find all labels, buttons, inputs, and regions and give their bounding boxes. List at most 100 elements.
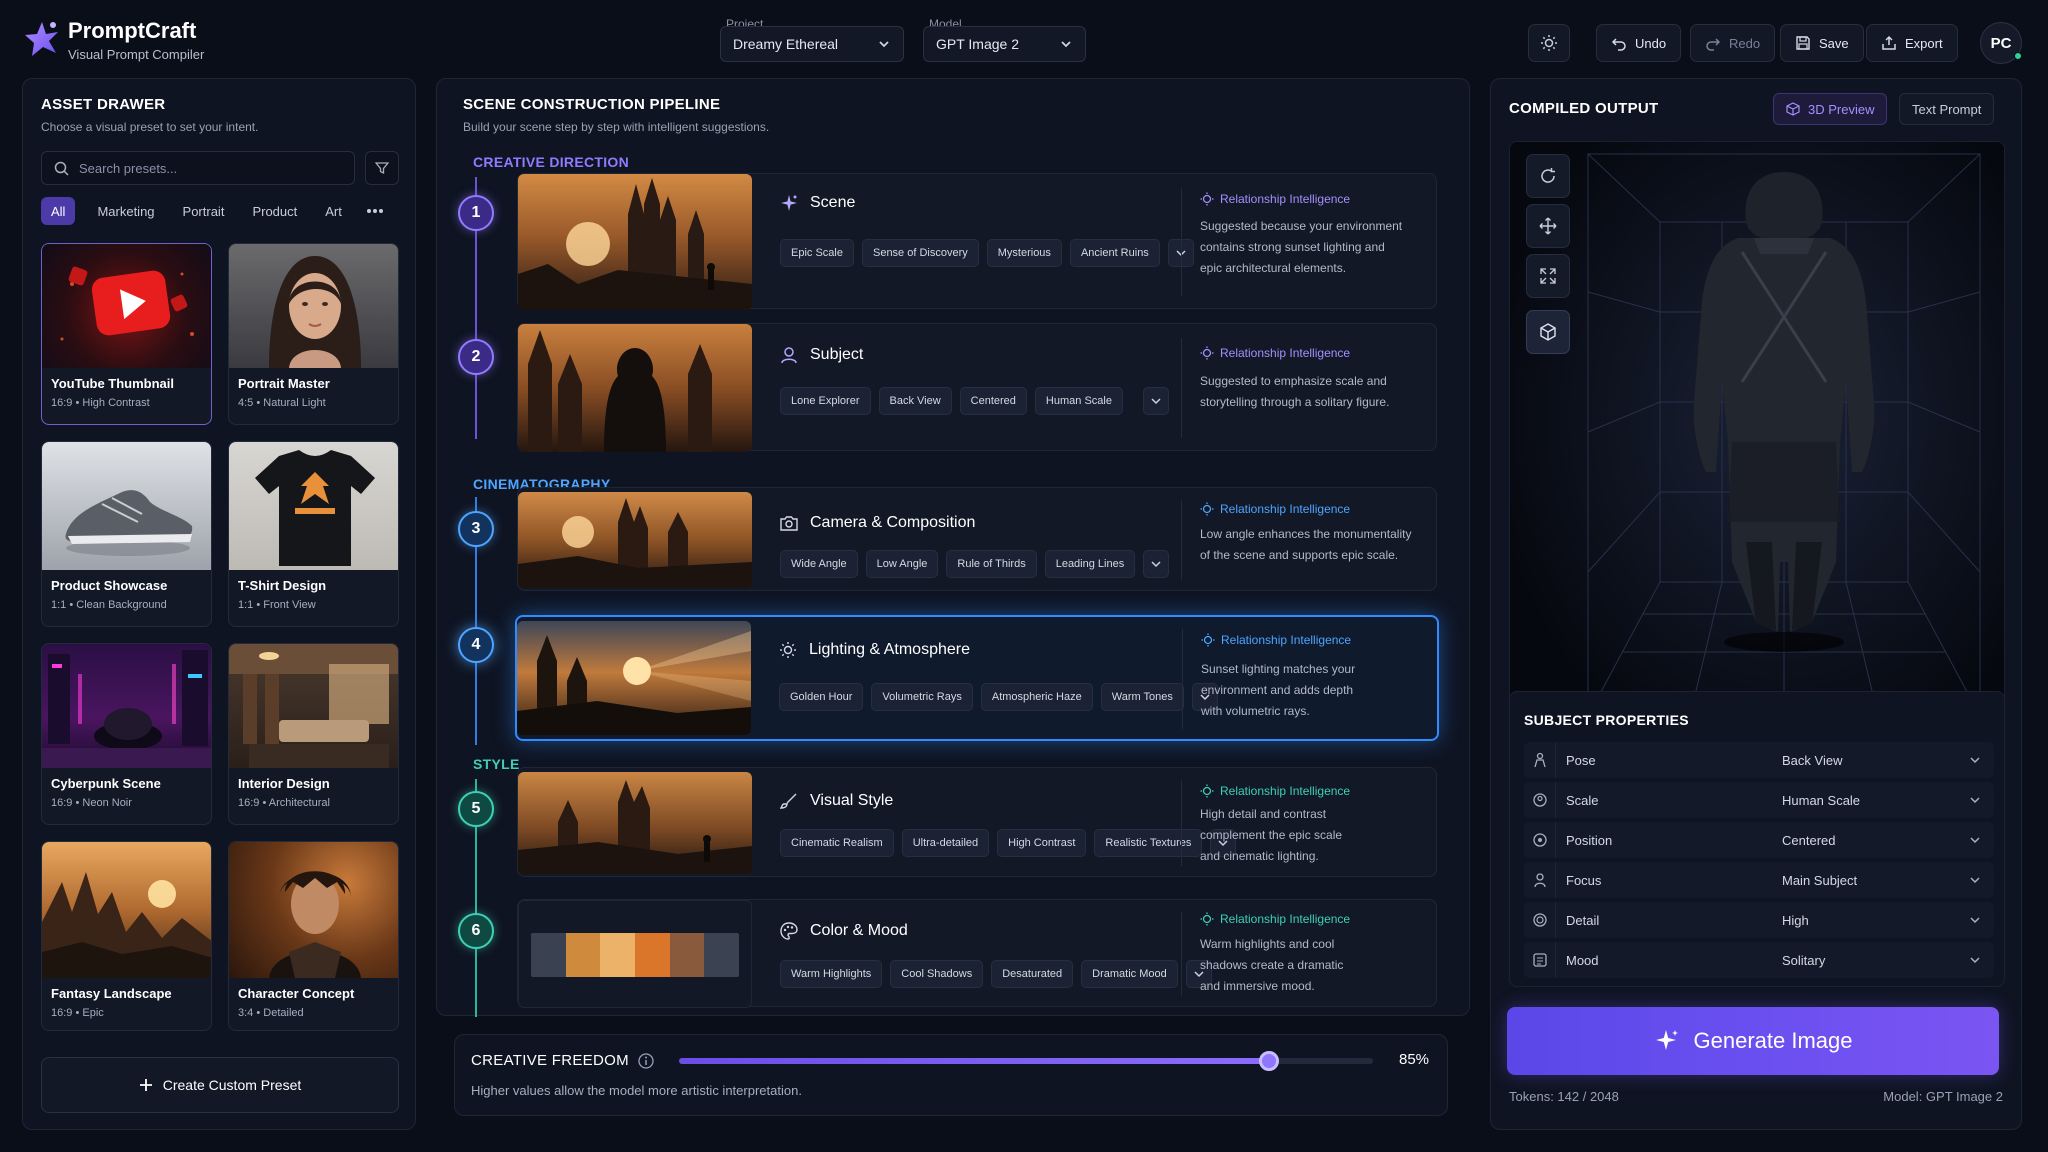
preset-card[interactable]: T-Shirt Design 1:1 • Front View xyxy=(228,441,399,627)
step-card-color-mood[interactable]: Color & Mood Warm Highlights Cool Shadow… xyxy=(517,899,1437,1008)
tag-chip[interactable]: Wide Angle xyxy=(780,550,858,578)
create-custom-preset-button[interactable]: Create Custom Preset xyxy=(41,1057,399,1113)
tag-chip[interactable]: Rule of Thirds xyxy=(946,550,1037,578)
step-card-camera-composition[interactable]: Camera & Composition Wide Angle Low Angl… xyxy=(517,487,1437,591)
tag-chip[interactable]: Warm Highlights xyxy=(780,960,883,988)
position-icon xyxy=(1524,822,1556,858)
3d-preview-viewport[interactable] xyxy=(1509,141,2005,751)
cube-icon xyxy=(1540,323,1556,341)
preset-card[interactable]: Character Concept 3:4 • Detailed xyxy=(228,841,399,1031)
property-label: Scale xyxy=(1566,792,1599,808)
scene-thumbnail xyxy=(518,174,752,310)
tag-chip[interactable]: Mysterious xyxy=(986,239,1062,267)
tag-chip[interactable]: Back View xyxy=(878,387,952,415)
brush-icon xyxy=(780,793,797,809)
more-chips-button[interactable] xyxy=(1143,550,1170,578)
relationship-intelligence-heading: Relationship Intelligence xyxy=(1201,633,1351,647)
tag-chip[interactable]: Realistic Textures xyxy=(1094,829,1203,857)
generate-image-button[interactable]: Generate Image xyxy=(1507,1007,1999,1075)
color-swatch xyxy=(669,933,705,977)
step-card-lighting-atmosphere[interactable]: Lighting & Atmosphere Golden Hour Volume… xyxy=(515,615,1439,741)
divider xyxy=(1181,912,1182,996)
property-row-detail[interactable]: Detail High xyxy=(1524,902,1994,938)
tag-chip[interactable]: Lone Explorer xyxy=(780,387,871,415)
category-tabs: All Marketing Portrait Product Art xyxy=(41,197,394,225)
asset-drawer-panel: ASSET DRAWER Choose a visual preset to s… xyxy=(22,78,416,1130)
slider-handle[interactable] xyxy=(1258,1051,1279,1071)
creative-freedom-slider[interactable] xyxy=(679,1051,1373,1071)
relationship-intelligence-heading: Relationship Intelligence xyxy=(1200,192,1350,206)
3d-grid-scene xyxy=(1510,142,2004,750)
undo-button[interactable]: Undo xyxy=(1596,24,1682,62)
compiled-output-panel: COMPILED OUTPUT 3D Preview Text Prompt S… xyxy=(1490,78,2022,1130)
property-row-mood[interactable]: Mood Solitary xyxy=(1524,942,1994,978)
divider xyxy=(1182,629,1183,729)
preset-card[interactable]: Product Showcase 1:1 • Clean Background xyxy=(41,441,212,627)
color-swatch xyxy=(531,933,566,977)
object-view-button[interactable] xyxy=(1526,310,1570,354)
tag-chip[interactable]: Epic Scale xyxy=(780,239,854,267)
more-tabs-button[interactable] xyxy=(356,197,394,225)
tag-chip[interactable]: Dramatic Mood xyxy=(1081,960,1178,988)
project-value: Dreamy Ethereal xyxy=(733,36,839,52)
property-row-pose[interactable]: Pose Back View xyxy=(1524,742,1994,778)
tag-chip[interactable]: Leading Lines xyxy=(1044,550,1136,578)
tab-art[interactable]: Art xyxy=(315,197,352,225)
camera-icon xyxy=(780,516,798,531)
step-card-scene[interactable]: Scene Epic Scale Sense of Discovery Myst… xyxy=(517,173,1437,310)
tag-chip[interactable]: Warm Tones xyxy=(1100,683,1184,711)
relationship-intelligence-text: High detail and contrast complement the e… xyxy=(1200,807,1343,863)
tag-chip[interactable]: Low Angle xyxy=(865,550,939,578)
preset-thumbnail xyxy=(42,244,211,368)
more-chips-button[interactable] xyxy=(1142,387,1169,415)
generate-label: Generate Image xyxy=(1693,1028,1853,1053)
project-select[interactable]: Dreamy Ethereal xyxy=(720,26,904,62)
tag-chip[interactable]: Cool Shadows xyxy=(890,960,984,988)
tab-3d-preview[interactable]: 3D Preview xyxy=(1773,93,1888,125)
fit-view-button[interactable] xyxy=(1526,254,1570,298)
preset-card[interactable]: Cyberpunk Scene 16:9 • Neon Noir xyxy=(41,643,212,825)
info-icon[interactable] xyxy=(638,1053,654,1069)
theme-toggle-button[interactable] xyxy=(1528,24,1570,62)
tab-product[interactable]: Product xyxy=(242,197,307,225)
tag-chip[interactable]: Human Scale xyxy=(1034,387,1123,415)
tag-chip[interactable]: Desaturated xyxy=(991,960,1074,988)
style-thumbnail xyxy=(518,772,752,874)
scale-icon xyxy=(1524,782,1556,818)
relationship-intelligence-heading: Relationship Intelligence xyxy=(1200,784,1350,798)
property-row-position[interactable]: Position Centered xyxy=(1524,822,1994,858)
tab-portrait[interactable]: Portrait xyxy=(173,197,235,225)
tag-chip[interactable]: Ancient Ruins xyxy=(1069,239,1160,267)
preset-search-input[interactable]: Search presets... xyxy=(41,151,355,185)
rotate-view-button[interactable] xyxy=(1526,154,1570,198)
tag-chip[interactable]: Golden Hour xyxy=(779,683,864,711)
tag-chip[interactable]: Atmospheric Haze xyxy=(980,683,1093,711)
divider xyxy=(1181,338,1182,438)
step-card-visual-style[interactable]: Visual Style Cinematic Realism Ultra-det… xyxy=(517,767,1437,877)
app-name: PromptCraft xyxy=(68,18,197,43)
sneaker-image xyxy=(65,490,193,556)
rotate-icon xyxy=(1541,168,1555,183)
export-button[interactable]: Export xyxy=(1866,24,1958,62)
pan-view-button[interactable] xyxy=(1526,204,1570,248)
tab-all[interactable]: All xyxy=(41,197,76,225)
property-row-scale[interactable]: Scale Human Scale xyxy=(1524,782,1994,818)
preset-card[interactable]: Fantasy Landscape 16:9 • Epic xyxy=(41,841,212,1031)
tag-chip[interactable]: High Contrast xyxy=(997,829,1087,857)
tag-chip[interactable]: Volumetric Rays xyxy=(871,683,973,711)
model-select[interactable]: GPT Image 2 xyxy=(923,26,1086,62)
preset-card[interactable]: Portrait Master 4:5 • Natural Light xyxy=(228,243,399,425)
step-card-subject[interactable]: Subject Lone Explorer Back View Centered… xyxy=(517,323,1437,452)
preset-card[interactable]: Interior Design 16:9 • Architectural xyxy=(228,643,399,825)
redo-button[interactable]: Redo xyxy=(1690,24,1776,62)
tag-chip[interactable]: Sense of Discovery xyxy=(861,239,979,267)
filter-button[interactable] xyxy=(365,151,399,185)
tag-chip[interactable]: Ultra-detailed xyxy=(901,829,990,857)
property-row-focus[interactable]: Focus Main Subject xyxy=(1524,862,1994,898)
tab-marketing[interactable]: Marketing xyxy=(87,197,164,225)
save-button[interactable]: Save xyxy=(1780,24,1864,62)
preset-card[interactable]: YouTube Thumbnail 16:9 • High Contrast xyxy=(41,243,212,425)
tab-text-prompt[interactable]: Text Prompt xyxy=(1899,93,1995,125)
tag-chip[interactable]: Centered xyxy=(959,387,1027,415)
tag-chip[interactable]: Cinematic Realism xyxy=(780,829,894,857)
